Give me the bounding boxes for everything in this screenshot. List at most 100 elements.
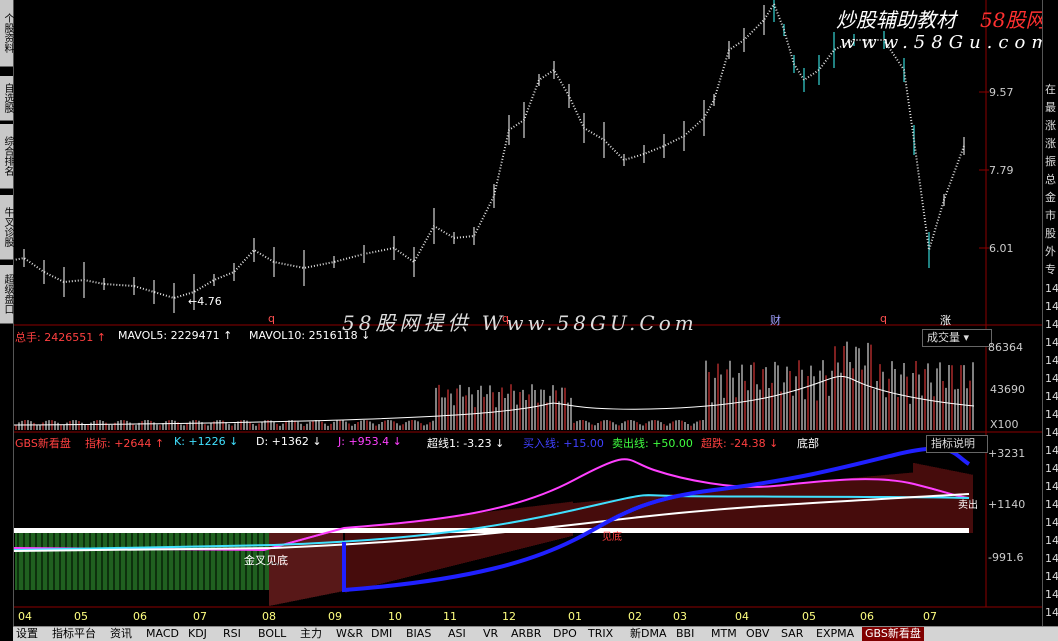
right-info-bar: 在最涨涨振总金市股外专 14 14 14 14 14 14 14 14 14 14 14 14 14 14 1… (1042, 0, 1058, 626)
indicator-tab[interactable]: KDJ (185, 627, 210, 641)
right-info-value: 14 (1045, 408, 1058, 421)
indicator-annotation: 卖出 (958, 500, 978, 511)
right-info-value: 14 (1045, 516, 1058, 529)
right-info-value: 14 (1045, 300, 1058, 313)
month-label: 06 (860, 610, 874, 623)
month-label: 07 (923, 610, 937, 623)
right-info-value: 14 (1045, 462, 1058, 475)
price-low-label: ←4.76 (188, 295, 222, 308)
indicator-tick: +3231 (988, 447, 1026, 460)
indicator-annotation: 见底 (602, 532, 622, 543)
month-label: 08 (262, 610, 276, 623)
indicator-tab[interactable]: DPO (550, 627, 580, 641)
indicator-legend-item: 指标: +2644 ↑ (85, 437, 165, 450)
right-info-value: 14 (1045, 372, 1058, 385)
month-label: 05 (802, 610, 816, 623)
indicator-tab[interactable]: ASI (445, 627, 469, 641)
event-marker[interactable]: 财 (770, 312, 781, 328)
right-info-label: 金 (1045, 191, 1056, 204)
indicator-tab[interactable]: TRIX (585, 627, 616, 641)
month-label: 07 (193, 610, 207, 623)
indicator-tab[interactable]: BBI (673, 627, 697, 641)
event-marker[interactable]: q (880, 312, 887, 325)
right-info-label: 振 (1045, 155, 1056, 168)
indicator-tab[interactable]: OBV (743, 627, 772, 641)
volume-tick: 86364 (988, 341, 1023, 354)
indicator-name: GBS新看盘 (15, 437, 71, 450)
left-nav-item[interactable]: 牛叉诊股 (0, 195, 13, 260)
right-info-value: 14 (1045, 444, 1058, 457)
left-nav-bar: 个股资料自选股综合排名牛叉诊股超级盘口 (0, 0, 14, 626)
right-info-label: 总 (1045, 173, 1056, 186)
indicator-tab[interactable]: 指标平台 (49, 627, 99, 641)
indicator-legend-item: K: +1226 ↓ (174, 435, 239, 448)
indicator-tab[interactable]: MTM (708, 627, 740, 641)
indicator-tab[interactable]: RSI (220, 627, 244, 641)
indicator-tab[interactable]: SAR (778, 627, 806, 641)
right-info-label: 在 (1045, 83, 1056, 96)
indicator-tab[interactable]: EXPMA (813, 627, 857, 641)
month-label: 04 (735, 610, 749, 623)
indicator-tab[interactable]: ARBR (508, 627, 544, 641)
right-info-label: 市 (1045, 209, 1056, 222)
volume-legend-item: MAVOL5: 2229471 ↑ (118, 329, 233, 342)
indicator-legend-item: D: +1362 ↓ (256, 435, 322, 448)
right-info-value: 14 (1045, 498, 1058, 511)
month-label: 06 (133, 610, 147, 623)
indicator-tab[interactable]: 主力 (297, 627, 325, 641)
left-nav-item[interactable]: 超级盘口 (0, 265, 13, 324)
volume-dropdown[interactable]: 成交量 ▾ (922, 329, 992, 347)
right-info-value: 14 (1045, 606, 1058, 619)
indicator-help-button[interactable]: 指标说明 (926, 435, 988, 453)
volume-unit: X100 (990, 418, 1019, 431)
right-info-value: 14 (1045, 480, 1058, 493)
indicator-tab[interactable]: W&R (333, 627, 366, 641)
month-label: 04 (18, 610, 32, 623)
right-info-label: 涨 (1045, 119, 1056, 132)
month-label: 05 (74, 610, 88, 623)
indicator-tab[interactable]: BIAS (403, 627, 434, 641)
right-info-value: 14 (1045, 552, 1058, 565)
price-tick: 9.57 (989, 86, 1014, 99)
indicator-tab[interactable]: DMI (368, 627, 395, 641)
left-nav-item[interactable]: 综合排名 (0, 124, 13, 189)
volume-legend-item: 总手: 2426551 ↑ (15, 331, 106, 344)
right-info-value: 14 (1045, 282, 1058, 295)
right-info-value: 14 (1045, 318, 1058, 331)
volume-tick: 43690 (990, 383, 1025, 396)
price-tick: 7.79 (989, 164, 1014, 177)
indicator-tab[interactable]: 新DMA (627, 627, 670, 641)
indicator-legend-item: J: +953.4 ↓ (338, 435, 402, 448)
indicator-legend-item: 卖出线: +50.00 (612, 437, 693, 450)
month-label: 11 (443, 610, 457, 623)
month-label: 01 (568, 610, 582, 623)
left-nav-item[interactable]: 自选股 (0, 76, 13, 121)
indicator-tab[interactable]: VR (480, 627, 501, 641)
indicator-tab[interactable]: BOLL (255, 627, 289, 641)
right-info-label: 外 (1045, 245, 1056, 258)
month-label: 02 (628, 610, 642, 623)
watermark-site: 58股网 (980, 8, 1046, 32)
event-marker[interactable]: 涨 (940, 312, 951, 328)
event-marker[interactable]: q (268, 312, 275, 325)
indicator-tab[interactable]: MACD (143, 627, 182, 641)
right-info-value: 14 (1045, 426, 1058, 439)
right-info-label: 专 (1045, 263, 1056, 276)
right-info-value: 14 (1045, 354, 1058, 367)
indicator-tab-bar: 设置 指标平台 资讯 MACD KDJ RSI BOLL 主力 W&R DMI BIAS ASI VR A… (13, 626, 1058, 641)
right-info-label: 最 (1045, 101, 1056, 114)
indicator-tab[interactable]: 资讯 (107, 627, 135, 641)
right-info-value: 14 (1045, 336, 1058, 349)
right-info-value: 14 (1045, 534, 1058, 547)
indicator-tab[interactable]: GBS新看盘 (862, 627, 924, 641)
month-label: 12 (502, 610, 516, 623)
right-info-value: 14 (1045, 588, 1058, 601)
price-tick: 6.01 (989, 242, 1014, 255)
event-marker[interactable]: q (502, 312, 509, 325)
volume-legend-item: MAVOL10: 2516118 ↓ (249, 329, 371, 342)
indicator-tab[interactable]: 设置 (13, 627, 41, 641)
right-info-value: 14 (1045, 390, 1058, 403)
left-nav-item[interactable]: 个股资料 (0, 0, 13, 67)
indicator-legend-item: 买入线: +15.00 (523, 437, 604, 450)
month-label: 10 (388, 610, 402, 623)
